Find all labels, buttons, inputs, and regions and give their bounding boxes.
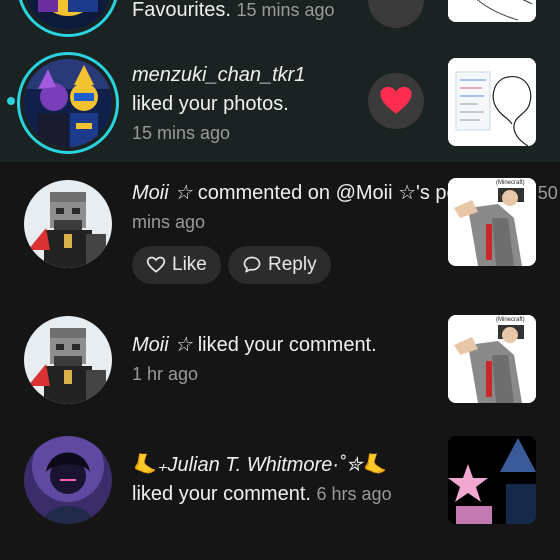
- speech-bubble-icon: [243, 256, 261, 273]
- notification-action: liked your comment.: [132, 483, 311, 505]
- heart-icon: [380, 86, 412, 114]
- username[interactable]: Moii ☆: [132, 334, 192, 356]
- photo-thumbnail-image: (Minecraft): [448, 178, 536, 266]
- notification-action: liked your comment.: [197, 334, 377, 356]
- avatar[interactable]: [24, 316, 112, 404]
- notification-row[interactable]: menzuki_chan_tkr1 liked your photos. 15 …: [0, 44, 560, 162]
- notification-time: 15 mins ago: [132, 123, 231, 143]
- reaction-button[interactable]: [368, 0, 424, 28]
- unread-indicator: [7, 97, 15, 105]
- reply-label: Reply: [268, 254, 317, 275]
- avatar[interactable]: [24, 59, 112, 147]
- thumbnail-caption: (Minecraft): [496, 180, 525, 186]
- notification-text: 🦶₊Julian T. Whitmore·˚✮🦶 liked your comm…: [132, 451, 392, 509]
- avatar[interactable]: [24, 0, 112, 30]
- avatar-image: [24, 436, 112, 524]
- sketch-thumbnail-image: [448, 0, 536, 22]
- post-thumbnail[interactable]: (Minecraft): [448, 178, 536, 266]
- post-thumbnail[interactable]: [448, 0, 536, 22]
- sketch-thumbnail-image: [448, 58, 536, 146]
- notification-action: Favourites.: [132, 0, 231, 21]
- notification-row[interactable]: Favourites. 15 mins ago: [0, 0, 560, 44]
- notification-text: Moii ☆ liked your comment. 1 hr ago: [132, 331, 377, 389]
- avatar-image: [24, 180, 112, 268]
- thumbnail-caption: (Minecraft): [496, 317, 525, 323]
- username[interactable]: 🦶₊Julian T. Whitmore·˚✮🦶: [132, 451, 392, 480]
- avatar[interactable]: [24, 180, 112, 268]
- avatar[interactable]: [24, 436, 112, 524]
- like-button[interactable]: Like: [132, 246, 221, 284]
- art-thumbnail-image: [448, 436, 536, 524]
- avatar-image: [24, 59, 112, 147]
- avatar-image: [24, 316, 112, 404]
- notification-text: menzuki_chan_tkr1 liked your photos. 15 …: [132, 61, 305, 148]
- notification-time: 15 mins ago: [236, 0, 335, 20]
- post-thumbnail[interactable]: [448, 436, 536, 524]
- notification-row[interactable]: Moii ☆ liked your comment. 1 hr ago (Min…: [0, 300, 560, 420]
- avatar-image: [24, 0, 112, 30]
- photo-thumbnail-image: (Minecraft): [448, 315, 536, 403]
- notification-time: 1 hr ago: [132, 364, 199, 384]
- notification-row[interactable]: Moii ☆ commented on @Moii ☆'s post: Hehe…: [0, 162, 560, 300]
- notification-text: Favourites. 15 mins ago: [132, 0, 335, 25]
- username[interactable]: Moii ☆: [132, 182, 192, 204]
- post-thumbnail[interactable]: [448, 58, 536, 146]
- reply-button[interactable]: Reply: [228, 246, 331, 284]
- reaction-button[interactable]: [368, 73, 424, 129]
- username[interactable]: menzuki_chan_tkr1: [132, 61, 305, 90]
- post-thumbnail[interactable]: (Minecraft): [448, 315, 536, 403]
- like-label: Like: [172, 254, 207, 275]
- notification-time: 6 hrs ago: [316, 484, 392, 504]
- notification-row[interactable]: 🦶₊Julian T. Whitmore·˚✮🦶 liked your comm…: [0, 420, 560, 560]
- heart-outline-icon: [146, 256, 166, 273]
- notification-action: liked your photos.: [132, 93, 289, 115]
